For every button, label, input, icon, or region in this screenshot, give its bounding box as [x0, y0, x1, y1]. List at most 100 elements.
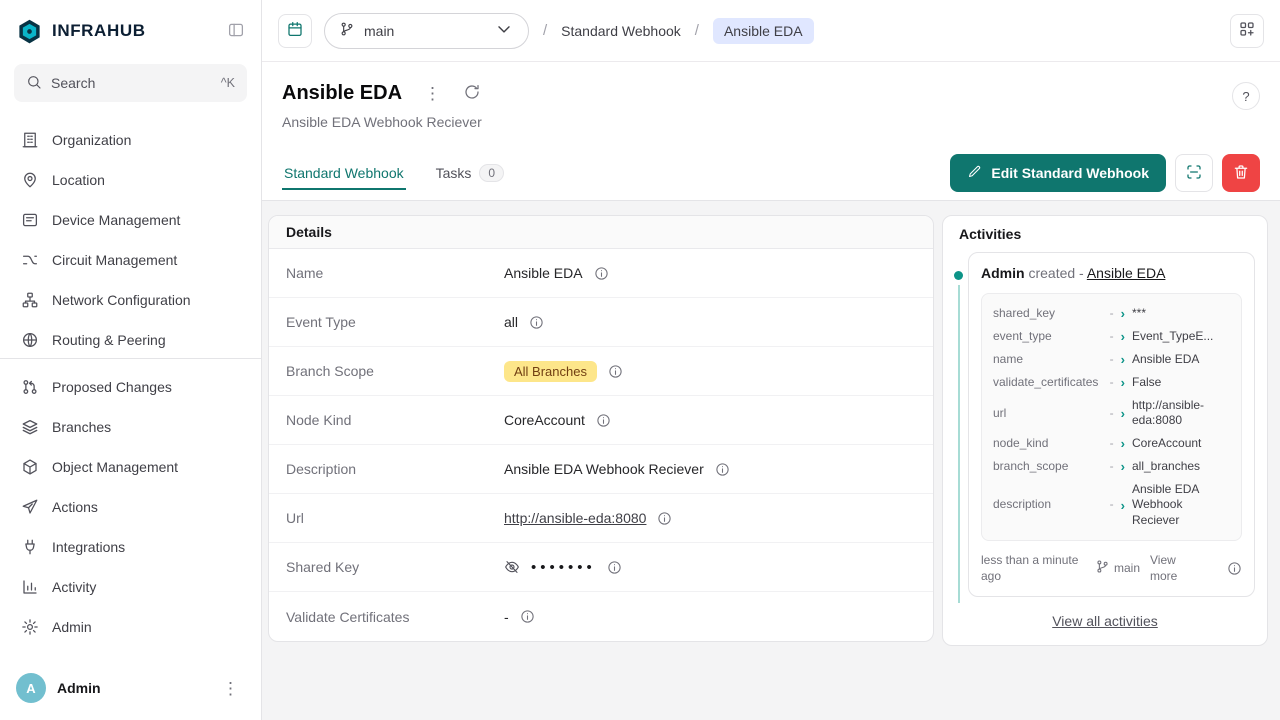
event-timestamp: less than a minute ago [981, 553, 1085, 584]
view-all-activities: View all activities [943, 597, 1267, 639]
sidebar-item-device-management[interactable]: Device Management [10, 200, 251, 240]
sidebar-item-routing-peering[interactable]: Routing & Peering [10, 320, 251, 358]
search-icon [26, 74, 42, 93]
sidebar-item-label: Network Configuration [52, 292, 191, 308]
change-row: shared_key - › *** [993, 302, 1230, 325]
change-row: url - › http://ansible-eda:8080 [993, 395, 1230, 433]
logo-row: INFRAHUB [0, 0, 261, 62]
info-icon[interactable] [1227, 561, 1242, 576]
eye-off-icon[interactable] [504, 559, 520, 575]
sidebar-item-branches[interactable]: Branches [10, 407, 251, 447]
shared-key-masked-value: ••••••• [531, 559, 596, 576]
event-footer: less than a minute ago main View more [981, 553, 1242, 584]
user-menu[interactable]: A Admin ⋮ [0, 666, 261, 720]
infrahub-logo-icon [16, 18, 43, 45]
panel-collapse-icon [227, 21, 245, 42]
change-separator: - [1110, 497, 1114, 513]
sidebar-item-activity[interactable]: Activity [10, 567, 251, 607]
apps-menu-button[interactable] [1230, 14, 1264, 48]
app: INFRAHUB Search ^K Organization Location [0, 0, 1280, 720]
info-icon[interactable] [715, 462, 730, 477]
sidebar-item-actions[interactable]: Actions [10, 487, 251, 527]
git-branch-icon [1095, 559, 1110, 579]
change-arrow-icon: › [1121, 305, 1125, 322]
activities-card: Activities Admin created - Ansible EDA [942, 215, 1268, 646]
event-actor: Admin [981, 265, 1025, 281]
refresh-button[interactable] [463, 83, 481, 104]
change-arrow-icon: › [1121, 328, 1125, 345]
change-row: validate_certificates - › False [993, 371, 1230, 394]
view-more-link[interactable]: View more [1150, 553, 1188, 584]
sidebar-item-label: Actions [52, 499, 98, 515]
view-all-activities-link[interactable]: View all activities [1052, 613, 1158, 629]
info-icon[interactable] [520, 609, 535, 624]
page-kebab-menu-icon[interactable]: ⋮ [418, 83, 447, 104]
tab-label: Tasks [436, 165, 472, 181]
bar-chart-icon [21, 578, 39, 596]
sidebar-item-label: Activity [52, 579, 96, 595]
sidebar-item-organization[interactable]: Organization [10, 120, 251, 160]
search-label: Search [51, 75, 95, 91]
event-target-link[interactable]: Ansible EDA [1087, 265, 1166, 281]
sidebar-item-label: Location [52, 172, 105, 188]
url-link[interactable]: http://ansible-eda:8080 [504, 510, 646, 526]
page-head: Ansible EDA ⋮ Ansible EDA Webhook Reciev… [262, 62, 1280, 146]
cube-icon [21, 458, 39, 476]
user-kebab-menu-icon[interactable]: ⋮ [216, 678, 245, 699]
detail-row-description: Description Ansible EDA Webhook Reciever [269, 445, 933, 494]
tab-standard-webhook[interactable]: Standard Webhook [282, 156, 406, 190]
tab-tasks[interactable]: Tasks 0 [434, 155, 506, 191]
sidebar-item-label: Circuit Management [52, 252, 177, 268]
trash-icon [1232, 163, 1250, 184]
help-button[interactable]: ? [1232, 82, 1260, 110]
sidebar: INFRAHUB Search ^K Organization Location [0, 0, 262, 720]
sidebar-item-admin[interactable]: Admin [10, 607, 251, 647]
delete-button[interactable] [1222, 154, 1260, 192]
change-arrow-icon: › [1121, 497, 1125, 514]
change-separator: - [1110, 306, 1114, 322]
sidebar-item-circuit-management[interactable]: Circuit Management [10, 240, 251, 280]
server-icon [21, 211, 39, 229]
sidebar-item-label: Device Management [52, 212, 180, 228]
sidebar-item-label: Object Management [52, 459, 178, 475]
detail-row-validate-certificates: Validate Certificates - [269, 592, 933, 641]
detail-row-node-kind: Node Kind CoreAccount [269, 396, 933, 445]
content: Details Name Ansible EDA Event Type all [262, 201, 1280, 720]
info-icon[interactable] [607, 560, 622, 575]
info-icon[interactable] [594, 266, 609, 281]
circuit-icon [21, 251, 39, 269]
details-title: Details [269, 216, 933, 249]
info-icon[interactable] [529, 315, 544, 330]
edit-button-label: Edit Standard Webhook [991, 165, 1149, 181]
change-arrow-icon: › [1121, 351, 1125, 368]
change-arrow-icon: › [1121, 405, 1125, 422]
change-arrow-icon: › [1121, 374, 1125, 391]
gear-icon [21, 618, 39, 636]
metadata-button[interactable] [1175, 154, 1213, 192]
sidebar-item-label: Branches [52, 419, 111, 435]
detail-value: Ansible EDA Webhook Reciever [504, 461, 704, 477]
sidebar-item-integrations[interactable]: Integrations [10, 527, 251, 567]
sidebar-item-network-configuration[interactable]: Network Configuration [10, 280, 251, 320]
sidebar-item-label: Routing & Peering [52, 332, 166, 348]
breadcrumb-item[interactable]: Standard Webhook [561, 23, 681, 39]
breadcrumb-item-current[interactable]: Ansible EDA [713, 18, 814, 44]
activity-event-title: Admin created - Ansible EDA [981, 265, 1242, 281]
info-icon[interactable] [596, 413, 611, 428]
detail-value: CoreAccount [504, 412, 585, 428]
avatar: A [16, 673, 46, 703]
globe-icon [21, 331, 39, 349]
time-travel-button[interactable] [278, 14, 312, 48]
info-icon[interactable] [657, 511, 672, 526]
change-separator: - [1110, 459, 1114, 475]
sidebar-collapse-button[interactable] [227, 21, 245, 42]
sidebar-item-location[interactable]: Location [10, 160, 251, 200]
edit-standard-webhook-button[interactable]: Edit Standard Webhook [950, 154, 1166, 192]
branch-selector[interactable]: main [324, 13, 529, 49]
git-branch-icon [339, 21, 355, 40]
sidebar-item-proposed-changes[interactable]: Proposed Changes [10, 367, 251, 407]
info-icon[interactable] [608, 364, 623, 379]
search-input[interactable]: Search ^K [14, 64, 247, 102]
sidebar-nav-primary: Organization Location Device Management … [0, 112, 261, 358]
sidebar-item-object-management[interactable]: Object Management [10, 447, 251, 487]
